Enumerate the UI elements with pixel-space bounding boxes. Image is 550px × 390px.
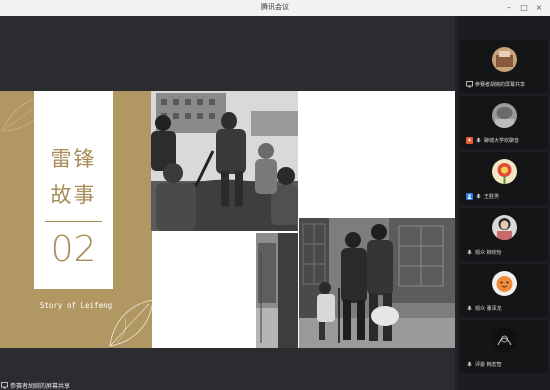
screen-share-icon (1, 382, 8, 389)
avatar (492, 327, 517, 352)
shared-screen-stage: 雷锋 故事 02 Story of Leifeng (0, 16, 455, 390)
participant-tile[interactable]: 聊城大学欢聊音 (460, 96, 548, 149)
window-titlebar: 腾讯会议 – □ × (0, 0, 550, 16)
slide-number: 02 (50, 229, 97, 270)
mic-icon (476, 137, 481, 143)
participant-tile[interactable]: 观众 董泽龙 (460, 264, 548, 317)
participant-tile[interactable]: 观众 柳欣怡 (460, 208, 548, 261)
historical-photo-2 (256, 233, 298, 348)
mic-icon (467, 361, 472, 367)
participant-name: 观众 董泽龙 (475, 306, 502, 312)
slide-title-divider (45, 221, 102, 222)
participant-name: 参赛者胡婉的屏幕共享 (475, 82, 526, 88)
participant-name: 评委 韩宏智 (475, 362, 502, 368)
bottom-share-label: 参赛者胡婉的屏幕共享 (0, 381, 70, 390)
slide-title-line1: 雷锋 (50, 147, 97, 171)
participant-name: 观众 柳欣怡 (475, 250, 502, 256)
maximize-icon[interactable]: □ (519, 3, 529, 13)
participant-tile[interactable]: 评委 韩宏智 (460, 320, 548, 373)
avatar (492, 215, 517, 240)
presentation-slide: 雷锋 故事 02 Story of Leifeng (0, 91, 455, 348)
sharing-status-text: 参赛者胡婉的屏幕共享 (10, 383, 71, 390)
avatar (492, 271, 517, 296)
slide-subtitle: Story of Leifeng (39, 301, 113, 310)
participant-name: 聊城大学欢聊音 (484, 138, 520, 144)
avatar (492, 103, 517, 128)
slide-accent-band: 雷锋 故事 02 Story of Leifeng (0, 91, 154, 348)
window-title: 腾讯会议 (261, 3, 289, 11)
slide-title-card: 雷锋 故事 02 (34, 91, 113, 289)
participant-sidebar: 参赛者胡婉的屏幕共享 聊城大学欢聊音 王胜男 观众 柳欣怡 观众 董泽龙 评委 … (457, 16, 550, 390)
historical-photo-1 (151, 91, 298, 231)
user-icon (466, 193, 473, 200)
slide-title-line2: 故事 (50, 183, 97, 207)
mic-muted-icon (466, 137, 473, 144)
participant-tile[interactable]: 王胜男 (460, 152, 548, 205)
historical-photo-3 (299, 218, 455, 348)
avatar (492, 47, 517, 72)
screen-share-icon (466, 81, 473, 88)
participant-tile[interactable]: 参赛者胡婉的屏幕共享 (460, 40, 548, 93)
mic-icon (476, 193, 481, 199)
mic-icon (467, 305, 472, 311)
mic-icon (467, 249, 472, 255)
participant-name: 王胜男 (484, 194, 500, 200)
minimize-icon[interactable]: – (504, 3, 514, 13)
avatar (492, 159, 517, 184)
close-icon[interactable]: × (534, 3, 544, 13)
